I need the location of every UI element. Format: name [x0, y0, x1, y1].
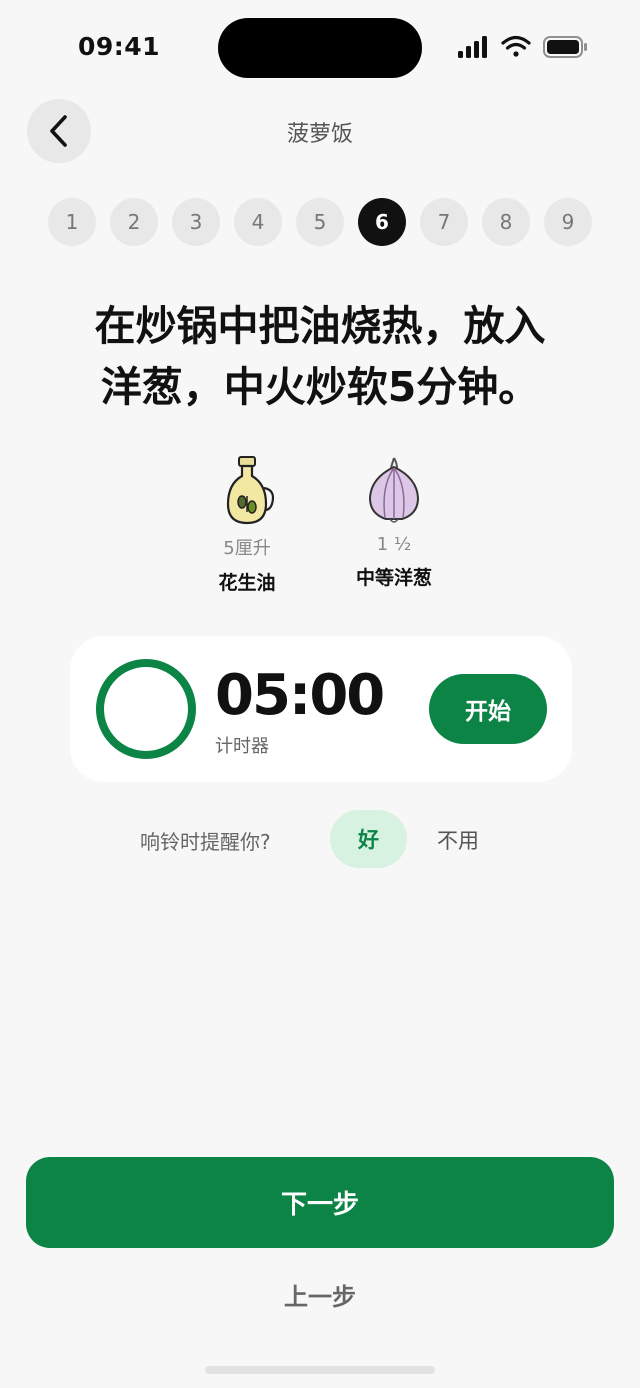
step-5[interactable]: 5	[296, 198, 344, 246]
oil-bottle-icon	[226, 456, 275, 525]
cellular-signal-icon	[458, 36, 487, 58]
ingredient-quantity: 1 ½	[376, 534, 412, 555]
reminder-yes-button[interactable]: 好	[330, 810, 407, 868]
ingredient-peanut-oil: 5厘升 花生油	[172, 452, 322, 595]
step-8[interactable]: 8	[482, 198, 530, 246]
ingredient-name: 中等洋葱	[355, 567, 432, 589]
dynamic-island	[218, 18, 422, 78]
step-6-current[interactable]: 6	[358, 198, 406, 246]
status-bar: 09:41	[0, 0, 640, 96]
home-indicator	[205, 1366, 435, 1374]
battery-icon	[543, 36, 587, 58]
step-1[interactable]: 1	[48, 198, 96, 246]
reminder-question: 响铃时提醒你?	[140, 830, 271, 854]
timer-progress-ring	[96, 659, 196, 759]
wifi-icon	[501, 35, 531, 57]
status-time: 09:41	[78, 32, 161, 61]
reminder-no-button[interactable]: 不用	[426, 825, 490, 855]
step-instruction: 在炒锅中把油烧热，放入 洋葱，中火炒软5分钟。	[40, 296, 600, 418]
ingredient-name: 花生油	[218, 572, 276, 594]
next-step-button[interactable]: 下一步	[26, 1157, 614, 1248]
ingredient-onion: 1 ½ 中等洋葱	[319, 452, 469, 590]
step-3[interactable]: 3	[172, 198, 220, 246]
timer-value: 05:00	[215, 663, 385, 728]
step-9[interactable]: 9	[544, 198, 592, 246]
page-title: 菠萝饭	[286, 122, 353, 147]
step-2[interactable]: 2	[110, 198, 158, 246]
onion-icon	[368, 457, 420, 523]
step-indicator: 1 2 3 4 5 6 7 8 9	[48, 198, 596, 248]
timer-progress-arc	[96, 659, 196, 759]
step-4[interactable]: 4	[234, 198, 282, 246]
timer-card: 05:00 计时器 开始	[70, 636, 572, 782]
chevron-left-icon	[50, 115, 67, 147]
previous-step-button[interactable]: 上一步	[220, 1277, 420, 1312]
start-timer-button[interactable]: 开始	[429, 674, 547, 744]
instruction-line-1: 在炒锅中把油烧热，放入	[94, 302, 546, 350]
step-7[interactable]: 7	[420, 198, 468, 246]
status-icons	[458, 35, 587, 58]
back-button[interactable]	[27, 99, 91, 163]
instruction-line-2: 洋葱，中火炒软5分钟。	[100, 363, 540, 411]
timer-label: 计时器	[215, 736, 269, 757]
ingredient-quantity: 5厘升	[223, 538, 271, 559]
